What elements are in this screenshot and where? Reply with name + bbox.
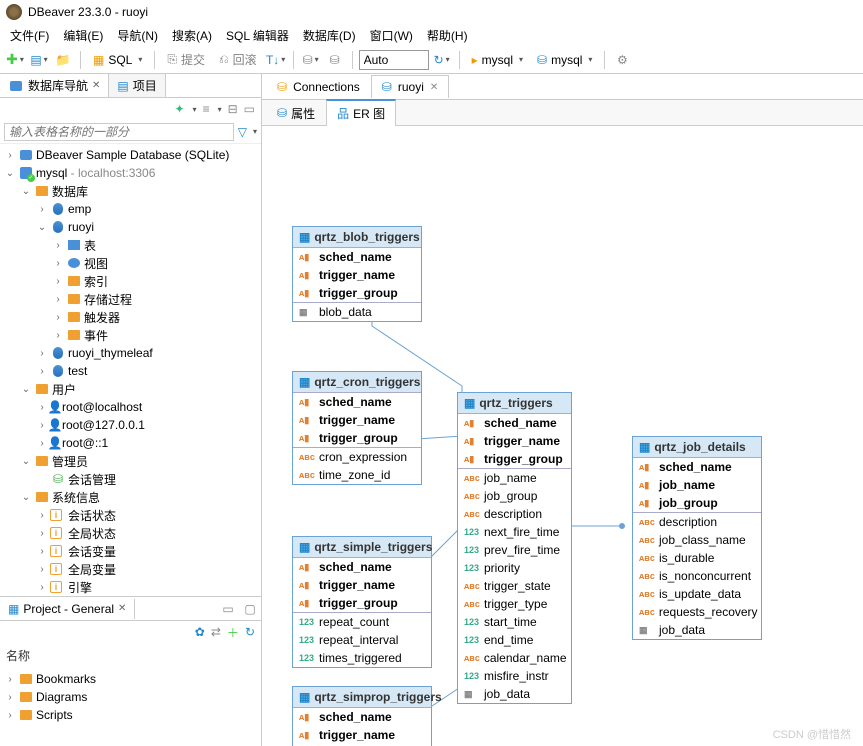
tree-user-1[interactable]: ›👤root@localhost — [0, 398, 261, 416]
project-bookmarks[interactable]: ›Bookmarks — [0, 670, 261, 688]
menu-edit[interactable]: 编辑(E) — [57, 25, 109, 46]
tree-db-ruoyi[interactable]: ⌄ruoyi — [0, 218, 261, 236]
entity-cron-triggers[interactable]: ▦qrtz_cron_triggersᴀ▮sched_nameᴀ▮trigger… — [292, 371, 422, 485]
entity-simple-triggers[interactable]: ▦qrtz_simple_triggersᴀ▮sched_nameᴀ▮trigg… — [292, 536, 432, 668]
link-icon[interactable]: ⇄ — [211, 625, 221, 639]
settings-button[interactable]: ⚙ — [611, 49, 633, 71]
tree-admin[interactable]: ⌄管理员 — [0, 452, 261, 470]
project-scripts[interactable]: ›Scripts — [0, 706, 261, 724]
tab-project[interactable]: ▦Project - General ✕ — [0, 599, 135, 619]
menu-navigate[interactable]: 导航(N) — [111, 25, 164, 46]
project-diagrams[interactable]: ›Diagrams — [0, 688, 261, 706]
config-icon[interactable]: ✿ — [195, 625, 205, 639]
db-select-button[interactable]: ⛁▾ — [300, 49, 322, 71]
rollback-button[interactable]: ⎌回滚 — [213, 49, 263, 71]
tab-projects[interactable]: ▤项目 — [109, 74, 165, 97]
filter-icon[interactable]: ▽ — [238, 125, 247, 139]
refresh-button[interactable]: ↻▾ — [431, 49, 453, 71]
nav-pane-toolbar: ✦ ▾ ≡ ▾ ⊟ ▭ — [0, 98, 261, 120]
entity-simprop-triggers[interactable]: ▦qrtz_simprop_triggersᴀ▮sched_nameᴀ▮trig… — [292, 686, 432, 746]
tab-ruoyi[interactable]: ⛁ruoyi✕ — [371, 75, 449, 98]
menu-database[interactable]: 数据库(D) — [297, 25, 362, 46]
entity-job-details[interactable]: ▦qrtz_job_detailsᴀ▮sched_nameᴀ▮job_nameᴀ… — [632, 436, 762, 640]
tree-sysinfo[interactable]: ⌄系统信息 — [0, 488, 261, 506]
tree-tables[interactable]: ›表 — [0, 236, 261, 254]
tree-indexes[interactable]: ›索引 — [0, 272, 261, 290]
tree-triggers[interactable]: ›触发器 — [0, 308, 261, 326]
tree-mysql[interactable]: ⌄✓mysql - localhost:3306 — [0, 164, 261, 182]
maximize-icon[interactable]: ▢ — [239, 598, 261, 620]
menu-file[interactable]: 文件(F) — [4, 25, 55, 46]
subtab-er[interactable]: 品ER 图 — [326, 99, 396, 126]
close-icon[interactable]: ✕ — [118, 603, 126, 614]
tree-db-emp[interactable]: ›emp — [0, 200, 261, 218]
tree-session-mgr[interactable]: ⛁会话管理 — [0, 470, 261, 488]
db-tree: ›DBeaver Sample Database (SQLite) ⌄✓mysq… — [0, 144, 261, 596]
refresh-icon[interactable]: ≡ — [203, 102, 210, 116]
entity-triggers[interactable]: ▦qrtz_triggersᴀ▮sched_nameᴀ▮trigger_name… — [457, 392, 572, 704]
sql-button[interactable]: ▦SQL▾ — [87, 49, 148, 71]
tree-user-2[interactable]: ›👤root@127.0.0.1 — [0, 416, 261, 434]
connection-select-1[interactable]: ▸mysql▾ — [466, 49, 529, 71]
tree-user-3[interactable]: ›👤root@::1 — [0, 434, 261, 452]
tree-db-thymeleaf[interactable]: ›ruoyi_thymeleaf — [0, 344, 261, 362]
editor-tabs: ⛁Connections ⛁ruoyi✕ — [262, 74, 863, 100]
collapse-icon[interactable]: ⊟ — [228, 102, 238, 116]
db-settings-button[interactable]: ⛁ — [324, 49, 346, 71]
column-header: 名称 — [0, 643, 261, 668]
tree-s3[interactable]: ›i会话变量 — [0, 542, 261, 560]
close-icon[interactable]: ✕ — [430, 82, 438, 93]
left-pane-tabs: 数据库导航 ✕ ▤项目 — [0, 74, 261, 98]
new-connection-button[interactable]: ✚▾ — [4, 49, 26, 71]
app-logo-icon — [6, 4, 22, 20]
refresh-icon[interactable]: ↻ — [245, 625, 255, 639]
tree-procs[interactable]: ›存储过程 — [0, 290, 261, 308]
titlebar: DBeaver 23.3.0 - ruoyi — [0, 0, 863, 24]
tree-s4[interactable]: ›i全局变量 — [0, 560, 261, 578]
folder-button[interactable]: 📁 — [52, 49, 74, 71]
auto-input[interactable] — [359, 50, 429, 70]
tree-s2[interactable]: ›i全局状态 — [0, 524, 261, 542]
tree-users[interactable]: ⌄用户 — [0, 380, 261, 398]
watermark: CSDN @惜惜然 — [773, 726, 851, 742]
tree-sample-db[interactable]: ›DBeaver Sample Database (SQLite) — [0, 146, 261, 164]
close-icon[interactable]: ✕ — [92, 80, 100, 91]
menu-search[interactable]: 搜索(A) — [166, 25, 218, 46]
menubar: 文件(F) 编辑(E) 导航(N) 搜索(A) SQL 编辑器 数据库(D) 窗… — [0, 24, 863, 46]
subtab-properties[interactable]: ⛁属性 — [266, 100, 326, 126]
minimize-icon[interactable]: ▭ — [217, 598, 239, 620]
add-icon[interactable]: ＋ — [227, 624, 239, 641]
tab-db-navigator[interactable]: 数据库导航 ✕ — [0, 74, 109, 97]
menu-window[interactable]: 窗口(W) — [364, 25, 419, 46]
tree-s5[interactable]: ›i引擎 — [0, 578, 261, 596]
commit-button[interactable]: ⎘提交 — [161, 49, 211, 71]
window-title: DBeaver 23.3.0 - ruoyi — [28, 5, 148, 19]
menu-help[interactable]: 帮助(H) — [421, 25, 474, 46]
er-canvas[interactable]: ▦qrtz_blob_triggersᴀ▮sched_nameᴀ▮trigger… — [262, 126, 863, 746]
minimize-icon[interactable]: ▭ — [244, 102, 255, 116]
tree-databases[interactable]: ⌄数据库 — [0, 182, 261, 200]
menu-sqleditor[interactable]: SQL 编辑器 — [220, 25, 295, 46]
filter-input[interactable] — [4, 123, 234, 141]
connect-icon[interactable]: ✦ — [174, 102, 184, 116]
sub-tabs: ⛁属性 品ER 图 — [262, 100, 863, 126]
tab-connections[interactable]: ⛁Connections — [266, 75, 371, 98]
tree-events[interactable]: ›事件 — [0, 326, 261, 344]
entity-blob-triggers[interactable]: ▦qrtz_blob_triggersᴀ▮sched_nameᴀ▮trigger… — [292, 226, 422, 322]
tree-db-test[interactable]: ›test — [0, 362, 261, 380]
connection-select-2[interactable]: ⛁mysql▾ — [531, 49, 598, 71]
new-sql-button[interactable]: ▤▾ — [28, 49, 50, 71]
tx-button[interactable]: T↓▾ — [265, 49, 287, 71]
tree-views[interactable]: ›视图 — [0, 254, 261, 272]
tree-s1[interactable]: ›i会话状态 — [0, 506, 261, 524]
main-toolbar: ✚▾ ▤▾ 📁 ▦SQL▾ ⎘提交 ⎌回滚 T↓▾ ⛁▾ ⛁ ↻▾ ▸mysql… — [0, 46, 863, 74]
